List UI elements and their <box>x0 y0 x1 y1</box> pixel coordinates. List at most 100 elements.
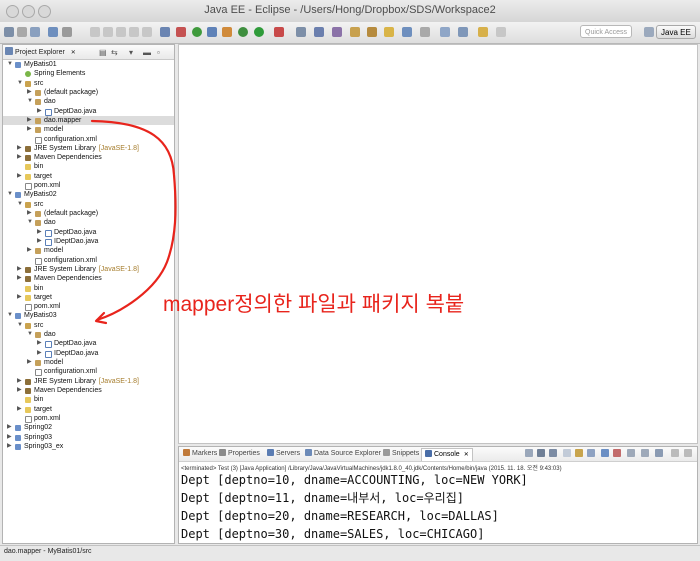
minimize-view-icon[interactable]: ▬ <box>143 48 151 57</box>
expand-down-icon[interactable]: ▼ <box>7 190 13 199</box>
console-output[interactable]: Dept [deptno=10, dname=ACCOUNTING, loc=N… <box>181 471 528 543</box>
step-into-icon[interactable] <box>129 27 139 37</box>
terminate-console-icon[interactable] <box>525 449 533 457</box>
open-console-icon[interactable] <box>655 449 663 457</box>
expand-right-icon[interactable]: ▶ <box>27 125 32 134</box>
back-icon[interactable] <box>458 27 468 37</box>
terminate-icon[interactable] <box>116 27 126 37</box>
tab-properties[interactable]: Properties <box>219 449 260 457</box>
tree-item[interactable]: ▶ IDeptDao.java <box>3 237 174 246</box>
expand-down-icon[interactable]: ▼ <box>17 79 23 88</box>
tree-item[interactable]: ▼ dao <box>3 97 174 106</box>
minimize-panel-icon[interactable] <box>671 449 679 457</box>
show-stderr-icon[interactable] <box>613 449 621 457</box>
collapse-all-icon[interactable]: ▤ <box>99 48 107 57</box>
tree-item[interactable]: ▶ JRE System Library [JavaSE-1.8] <box>3 265 174 274</box>
build-icon[interactable] <box>48 27 58 37</box>
perspective-java-ee[interactable]: Java EE <box>656 25 696 39</box>
expand-right-icon[interactable]: ▶ <box>27 88 32 97</box>
open-task-icon[interactable] <box>367 27 377 37</box>
remove-all-icon[interactable] <box>549 449 557 457</box>
scroll-lock-icon[interactable] <box>575 449 583 457</box>
resume-icon[interactable] <box>90 27 100 37</box>
link-editor-icon[interactable]: ⇆ <box>111 48 118 57</box>
expand-right-icon[interactable]: ▶ <box>7 442 12 451</box>
tree-item[interactable]: ▼ MyBatis03 <box>3 311 174 320</box>
annotation-next-icon[interactable] <box>402 27 412 37</box>
display-console-icon[interactable] <box>641 449 649 457</box>
tree-item[interactable]: ▶ target <box>3 172 174 181</box>
tree-item[interactable]: ▶ model <box>3 246 174 255</box>
tree-item[interactable]: ▶ target <box>3 293 174 302</box>
expand-right-icon[interactable]: ▶ <box>27 246 32 255</box>
tree-item[interactable]: ▶ DeptDao.java <box>3 339 174 349</box>
forward-history-icon[interactable] <box>440 27 450 37</box>
suspend-icon[interactable] <box>103 27 113 37</box>
expand-right-icon[interactable]: ▶ <box>17 172 22 181</box>
tree-item[interactable]: ▶ (default package) <box>3 88 174 97</box>
tree-item[interactable]: ▶ DeptDao.java <box>3 107 174 116</box>
expand-right-icon[interactable]: ▶ <box>17 144 22 153</box>
debug-icon[interactable] <box>238 27 248 37</box>
tab-snippets[interactable]: Snippets <box>383 449 419 457</box>
project-explorer-tab[interactable]: Project Explorer ✕ <box>5 47 76 56</box>
tree-item[interactable]: ▶ DeptDao.java <box>3 228 174 237</box>
tab-data-source-explorer[interactable]: Data Source Explorer <box>305 449 381 457</box>
tree-item[interactable]: ▶ JRE System Library [JavaSE-1.8] <box>3 144 174 153</box>
view-menu-icon[interactable]: ▾ <box>129 48 133 57</box>
expand-right-icon[interactable]: ▶ <box>17 274 22 283</box>
stop-server-icon[interactable] <box>176 27 186 37</box>
expand-right-icon[interactable]: ▶ <box>27 358 32 367</box>
show-stdout-icon[interactable] <box>601 449 609 457</box>
tree-item[interactable]: configuration.xml <box>3 135 174 144</box>
expand-down-icon[interactable]: ▼ <box>27 97 33 106</box>
tree-item[interactable]: ▶ Spring03_ex <box>3 442 174 451</box>
tree-item[interactable]: ▶ Spring02 <box>3 423 174 432</box>
expand-right-icon[interactable]: ▶ <box>7 433 12 442</box>
tree-item[interactable]: ▶ (default package) <box>3 209 174 218</box>
quick-access-input[interactable]: Quick Access <box>580 25 632 38</box>
expand-right-icon[interactable]: ▶ <box>37 349 42 358</box>
expand-right-icon[interactable]: ▶ <box>17 405 22 414</box>
editor-area[interactable] <box>178 44 698 444</box>
tree-item[interactable]: ▼ dao <box>3 330 174 339</box>
expand-right-icon[interactable]: ▶ <box>17 377 22 386</box>
forward-icon[interactable] <box>478 27 488 37</box>
last-edit-icon[interactable] <box>496 27 506 37</box>
new-icon[interactable] <box>4 27 14 37</box>
expand-right-icon[interactable]: ▶ <box>37 237 42 246</box>
tree-item[interactable]: configuration.xml <box>3 256 174 265</box>
expand-right-icon[interactable]: ▶ <box>17 386 22 395</box>
step-over-icon[interactable] <box>142 27 152 37</box>
expand-down-icon[interactable]: ▼ <box>27 330 33 339</box>
tab-console[interactable]: Console ✕ <box>421 448 473 461</box>
tree-item[interactable]: pom.xml <box>3 302 174 312</box>
tree-item[interactable]: ▼ dao <box>3 218 174 227</box>
tree-item[interactable]: ▶ Maven Dependencies <box>3 153 174 162</box>
external-tools-icon[interactable] <box>274 27 284 37</box>
expand-down-icon[interactable]: ▼ <box>17 321 23 330</box>
tree-item[interactable]: Spring Elements <box>3 69 174 78</box>
tree-item[interactable]: ▶ JRE System Library [JavaSE-1.8] <box>3 377 174 386</box>
expand-down-icon[interactable]: ▼ <box>7 60 13 69</box>
tree-item[interactable]: bin <box>3 395 174 404</box>
server-icon[interactable] <box>160 27 170 37</box>
save-all-icon[interactable] <box>30 27 40 37</box>
open-type-icon[interactable] <box>350 27 360 37</box>
tree-item[interactable]: ▶ Maven Dependencies <box>3 386 174 395</box>
tree-item[interactable]: ▼ src <box>3 321 174 330</box>
new-class-icon[interactable] <box>332 27 342 37</box>
tree-item[interactable]: ▶ IDeptDao.java <box>3 349 174 358</box>
tree-item[interactable]: pom.xml <box>3 414 174 423</box>
tree-item[interactable]: ▶ Spring03 <box>3 433 174 442</box>
expand-right-icon[interactable]: ▶ <box>7 423 12 432</box>
maximize-view-icon[interactable]: ▫ <box>157 48 160 57</box>
expand-right-icon[interactable]: ▶ <box>27 116 32 125</box>
publish-icon[interactable] <box>207 27 217 37</box>
save-icon[interactable] <box>17 27 27 37</box>
tree-item[interactable]: configuration.xml <box>3 367 174 377</box>
expand-down-icon[interactable]: ▼ <box>27 218 33 227</box>
maximize-panel-icon[interactable] <box>684 449 692 457</box>
expand-right-icon[interactable]: ▶ <box>17 265 22 274</box>
tree-item[interactable]: ▼ src <box>3 200 174 209</box>
